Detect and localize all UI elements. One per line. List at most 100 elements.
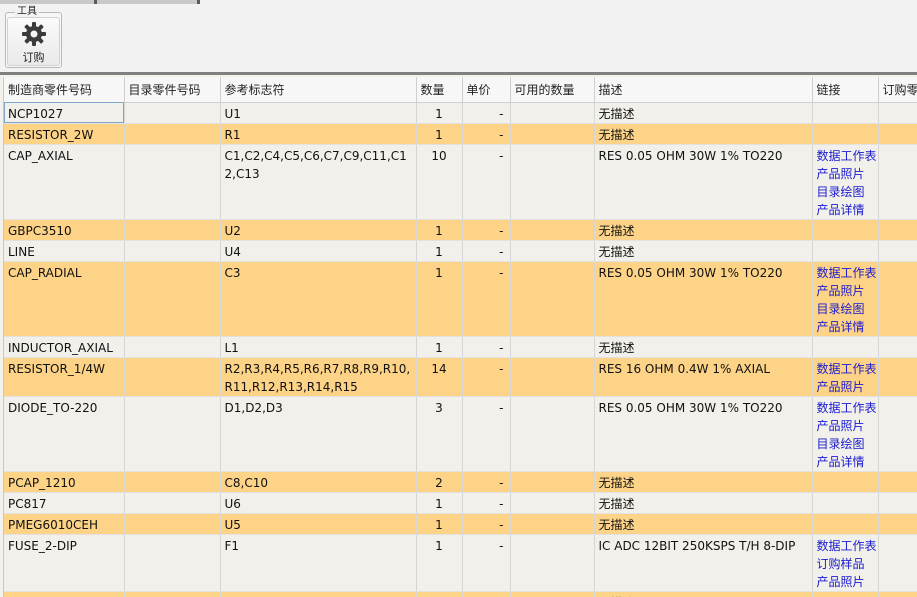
cell-description[interactable]: 无描述	[594, 591, 813, 597]
cell-reference[interactable]: D1,D2,D3	[220, 396, 417, 472]
cell-reference[interactable]: R2,R3,R4,R5,R6,R7,R8,R9,R10,R11,R12,R13,…	[220, 357, 417, 397]
cell-mfr-part[interactable]: PCAP_1210	[4, 471, 125, 493]
cell-order[interactable]	[878, 123, 917, 145]
cell-reference[interactable]: C3	[220, 261, 417, 337]
cell-quantity[interactable]: 10	[416, 144, 463, 220]
cell-mfr-part[interactable]: RESISTOR_2W	[4, 123, 125, 145]
datasheet-link[interactable]: 产品详情	[817, 201, 874, 219]
cell-available[interactable]	[510, 123, 595, 145]
cell-available[interactable]	[510, 102, 595, 124]
cell-available[interactable]	[510, 261, 595, 337]
cell-unit-price[interactable]: -	[462, 513, 511, 535]
cell-catalog-part[interactable]	[124, 591, 221, 597]
cell-order[interactable]	[878, 357, 917, 397]
datasheet-link[interactable]: 数据工作表	[817, 537, 877, 555]
table-row[interactable]: RESISTOR_2W R1 1- 无描述	[4, 123, 917, 145]
cell-catalog-part[interactable]	[124, 261, 221, 337]
cell-mfr-part[interactable]: PMEG6010CEH	[4, 513, 125, 535]
datasheet-link[interactable]: 数据工作表	[817, 147, 877, 165]
cell-order[interactable]	[878, 396, 917, 472]
cell-catalog-part[interactable]	[124, 396, 221, 472]
column-header-mfr-part[interactable]: 制造商零件号码	[4, 77, 125, 103]
cell-reference[interactable]: U6	[220, 492, 417, 514]
table-row[interactable]: DIODE_TO-220 D1,D2,D3 3- RES 0.05 OHM 30W 1…	[4, 396, 917, 472]
cell-quantity[interactable]: 1	[416, 513, 463, 535]
cell-order[interactable]	[878, 492, 917, 514]
cell-description[interactable]: 无描述	[594, 123, 813, 145]
cell-quantity[interactable]: 3	[416, 396, 463, 472]
cell-description[interactable]: RES 0.05 OHM 30W 1% TO220	[594, 144, 813, 220]
cell-description[interactable]: RES 16 OHM 0.4W 1% AXIAL	[594, 357, 813, 397]
datasheet-link[interactable]: 数据工作表	[817, 264, 877, 282]
cell-reference[interactable]: U5	[220, 513, 417, 535]
cell-unit-price[interactable]: -	[462, 144, 511, 220]
cell-mfr-part[interactable]: CAP_AXIAL	[4, 144, 125, 220]
datasheet-link[interactable]: 产品照片	[817, 417, 874, 435]
datasheet-link[interactable]: 数据工作表	[817, 399, 877, 417]
table-row[interactable]: CAP_AXIAL C1,C2,C4,C5,C6,C7,C9,C11,C12,C1…	[4, 144, 917, 220]
cell-catalog-part[interactable]	[124, 471, 221, 493]
datasheet-link[interactable]: 订购样品	[817, 555, 874, 573]
table-row[interactable]: RESISTOR_1/4W R2,R3,R4,R5,R6,R7,R8,R9,R10…	[4, 357, 917, 397]
cell-catalog-part[interactable]	[124, 123, 221, 145]
cell-mfr-part[interactable]: NCP1027	[4, 102, 125, 124]
cell-unit-price[interactable]: -	[462, 261, 511, 337]
bom-grid[interactable]: 制造商零件号码 目录零件号码 参考标志符 数量 单价 可用的数量 描述 链接 订…	[3, 77, 917, 597]
datasheet-link[interactable]: 目录绘图	[817, 183, 874, 201]
cell-available[interactable]	[510, 492, 595, 514]
datasheet-link[interactable]: 产品照片	[817, 282, 874, 300]
cell-catalog-part[interactable]	[124, 102, 221, 124]
cell-catalog-part[interactable]	[124, 357, 221, 397]
cell-available[interactable]	[510, 534, 595, 592]
cell-description[interactable]: RES 0.05 OHM 30W 1% TO220	[594, 261, 813, 337]
cell-reference[interactable]: U4	[220, 240, 417, 262]
column-header-links[interactable]: 链接	[812, 77, 879, 103]
cell-quantity[interactable]: 1	[416, 492, 463, 514]
cell-reference[interactable]: R1	[220, 123, 417, 145]
table-row[interactable]: CAP_RADIAL C3 1- RES 0.05 OHM 30W 1% TO220 数…	[4, 261, 917, 337]
cell-reference[interactable]: C8,C10	[220, 471, 417, 493]
cell-mfr-part[interactable]: FUSE_2-DIP	[4, 534, 125, 592]
cell-catalog-part[interactable]	[124, 336, 221, 358]
cell-order[interactable]	[878, 471, 917, 493]
cell-available[interactable]	[510, 471, 595, 493]
datasheet-link[interactable]: 产品照片	[817, 165, 874, 183]
cell-available[interactable]	[510, 513, 595, 535]
cell-catalog-part[interactable]	[124, 534, 221, 592]
cell-catalog-part[interactable]	[124, 144, 221, 220]
cell-available[interactable]	[510, 396, 595, 472]
order-button[interactable]: 订购	[7, 17, 60, 66]
cell-quantity[interactable]: 14	[416, 357, 463, 397]
cell-quantity[interactable]: 2	[416, 471, 463, 493]
cell-unit-price[interactable]: -	[462, 240, 511, 262]
cell-description[interactable]: 无描述	[594, 336, 813, 358]
cell-unit-price[interactable]: -	[462, 336, 511, 358]
cell-unit-price[interactable]: -	[462, 471, 511, 493]
cell-available[interactable]	[510, 591, 595, 597]
datasheet-link[interactable]: 数据工作表	[817, 360, 877, 378]
cell-description[interactable]: 无描述	[594, 492, 813, 514]
cell-reference[interactable]: C1,C2,C4,C5,C6,C7,C9,C11,C12,C13	[220, 144, 417, 220]
cell-unit-price[interactable]: -	[462, 396, 511, 472]
cell-mfr-part[interactable]: T1	[4, 591, 125, 597]
table-row[interactable]: T1 U31- 无描述	[4, 591, 917, 597]
cell-catalog-part[interactable]	[124, 240, 221, 262]
cell-mfr-part[interactable]: GBPC3510	[4, 219, 125, 241]
cell-quantity[interactable]: 1	[416, 219, 463, 241]
table-row[interactable]: GBPC3510 U2 1- 无描述	[4, 219, 917, 241]
cell-reference[interactable]: F1	[220, 534, 417, 592]
cell-quantity[interactable]: 1	[416, 123, 463, 145]
datasheet-link[interactable]: 目录绘图	[817, 435, 874, 453]
cell-available[interactable]	[510, 144, 595, 220]
cell-available[interactable]	[510, 219, 595, 241]
column-header-reference[interactable]: 参考标志符	[220, 77, 417, 103]
table-row[interactable]: NCP1027 U1 1- 无描述	[4, 102, 917, 124]
cell-reference[interactable]: U2	[220, 219, 417, 241]
cell-description[interactable]: 无描述	[594, 513, 813, 535]
cell-order[interactable]	[878, 240, 917, 262]
cell-unit-price[interactable]: -	[462, 492, 511, 514]
column-header-catalog-part[interactable]: 目录零件号码	[124, 77, 221, 103]
cell-mfr-part[interactable]: LINE	[4, 240, 125, 262]
column-header-description[interactable]: 描述	[594, 77, 813, 103]
cell-catalog-part[interactable]	[124, 219, 221, 241]
